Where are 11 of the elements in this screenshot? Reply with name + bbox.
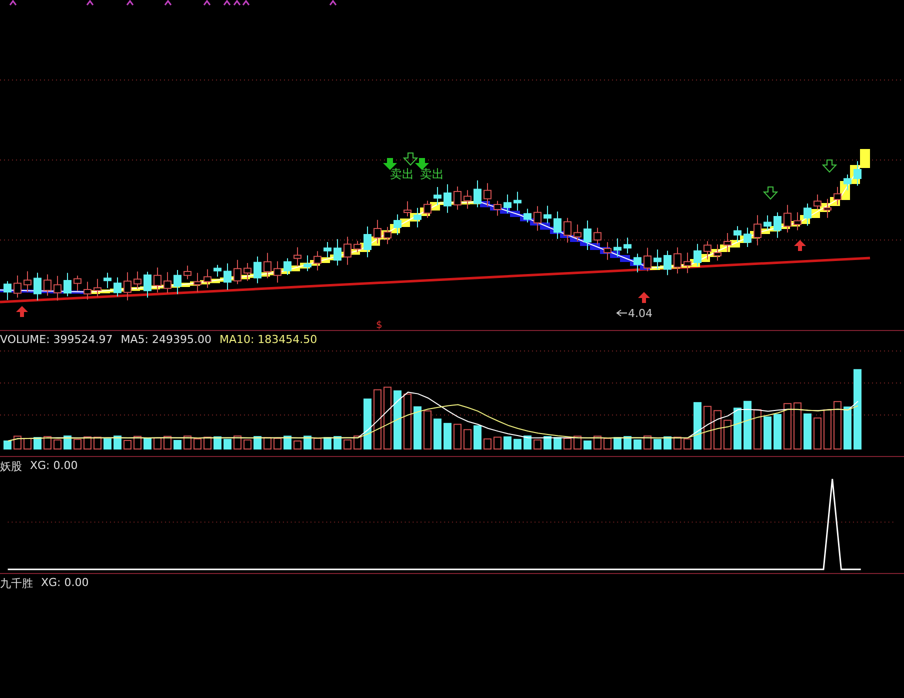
ma5-value: MA5: 249395.00	[120, 333, 212, 348]
sell-signal-label: 卖出	[420, 167, 444, 181]
signal-marker: $	[376, 320, 382, 330]
volume-value: VOLUME: 399524.97	[0, 333, 113, 348]
sell-signal-label: 卖出	[390, 167, 414, 181]
indicator-name: 妖股	[0, 459, 22, 475]
indicator-name: 九千胜	[0, 576, 33, 592]
indicator-value: XG: 0.00	[30, 459, 78, 474]
low-price-label: 4.04	[628, 307, 652, 320]
ma10-value: MA10: 183454.50	[219, 333, 318, 348]
indicator-value: XG: 0.00	[41, 576, 89, 591]
